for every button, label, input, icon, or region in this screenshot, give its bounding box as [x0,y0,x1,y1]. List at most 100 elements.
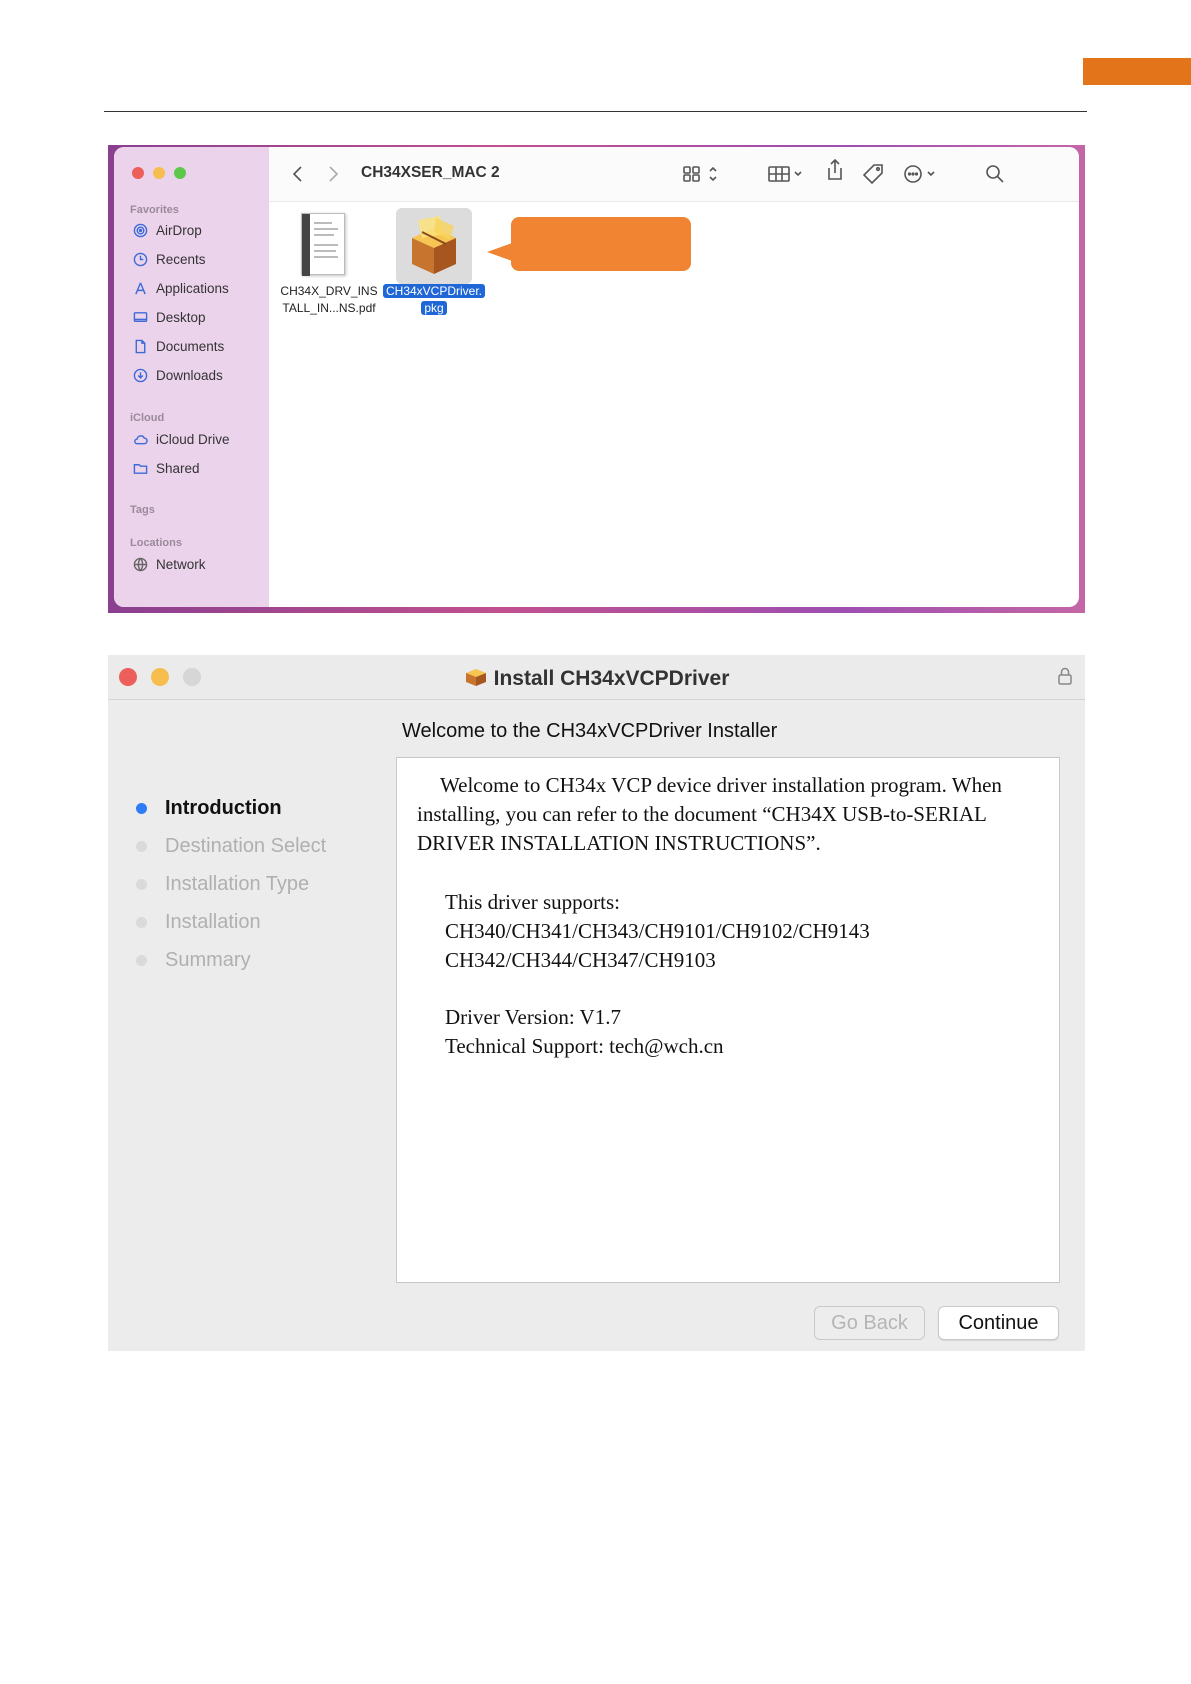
forward-button[interactable] [326,163,340,185]
sidebar-item-icloud-drive[interactable]: iCloud Drive [132,431,230,447]
sidebar-item-airdrop[interactable]: AirDrop [132,222,202,238]
airdrop-icon [132,222,148,238]
step-installation: Installation [136,903,326,941]
sidebar-item-recents[interactable]: Recents [132,251,206,267]
chevron-left-icon [292,166,302,182]
sidebar-item-documents[interactable]: Documents [132,338,224,354]
intro-text: Welcome to CH34x VCP device driver insta… [417,773,1002,855]
sidebar-item-label: iCloud Drive [156,431,230,447]
sidebar-item-label: Recents [156,251,206,267]
lock-icon [1058,667,1072,685]
ellipsis-circle-icon [904,165,935,183]
corner-tab-decoration [1083,58,1191,85]
step-bullet [136,916,147,928]
tag-icon [862,164,883,185]
sidebar-item-label: Documents [156,338,225,354]
view-mode-button[interactable] [683,163,721,185]
sidebar-item-label: Network [156,556,206,572]
sidebar-item-network[interactable]: Network [132,556,206,572]
continue-button[interactable]: Continue [938,1306,1059,1340]
back-button[interactable] [291,163,305,185]
file-name-line: TALL_IN...NS.pdf [282,301,376,315]
technical-support: Technical Support: tech@wch.cn [445,1034,724,1058]
zoom-button[interactable] [174,167,186,179]
applications-icon [132,280,148,296]
installer-steps: Introduction Destination Select Installa… [136,789,326,979]
installer-title: Install CH34xVCPDriver [108,665,1085,693]
sidebar-item-applications[interactable]: Applications [132,280,229,296]
sidebar-section-tags: Tags [130,504,155,516]
search-button[interactable] [985,163,1005,185]
installer-content-panel[interactable]: Welcome to CH34x VCP device driver insta… [396,757,1060,1283]
icon-view-icon [683,166,717,182]
header-rule [104,111,1087,112]
sidebar-item-desktop[interactable]: Desktop [132,309,206,325]
more-actions-button[interactable] [903,163,939,185]
step-introduction: Introduction [136,789,326,827]
search-icon [986,165,1004,183]
sidebar-section-locations: Locations [130,537,182,549]
sidebar-item-label: Shared [156,460,200,476]
cloud-icon [132,431,148,447]
step-label: Destination Select [165,834,327,857]
finder-window: Favorites AirDrop Recents Applications D… [114,147,1079,607]
tag-button[interactable] [862,163,884,185]
window-controls [132,167,186,179]
selection-highlight [396,208,472,284]
sidebar-item-label: Downloads [156,367,223,383]
installer-window: Install CH34xVCPDriver Welcome to the CH… [108,655,1085,1351]
step-label: Installation Type [165,872,310,895]
step-label: Introduction [165,796,282,819]
share-button[interactable] [826,158,844,181]
file-name-line: CH34X_DRV_INS [280,284,378,298]
lock-button[interactable] [1057,666,1073,691]
package-icon [464,665,488,693]
chevron-right-icon [329,166,339,182]
sidebar-item-shared[interactable]: Shared [132,460,200,476]
group-icon [768,166,802,182]
step-bullet [136,802,147,814]
minimize-button[interactable] [153,167,165,179]
supported-chips: This driver supports: CH340/CH341/CH343/… [445,888,870,975]
supports-line: CH342/CH344/CH347/CH9103 [445,948,716,972]
step-summary: Summary [136,941,326,979]
globe-icon [132,556,148,572]
clock-icon [132,251,148,267]
step-bullet [136,878,147,890]
step-label: Installation [165,910,261,933]
driver-version: Driver Version: V1.7 [445,1005,621,1029]
finder-toolbar: CH34XSER_MAC 2 [269,147,1079,202]
sidebar-item-label: Desktop [156,309,206,325]
desktop-icon [132,309,148,325]
document-icon [132,338,148,354]
file-name-line: CH34xVCPDriver. [382,284,486,298]
finder-screenshot: Favorites AirDrop Recents Applications D… [108,145,1085,613]
package-icon [412,216,456,274]
installer-title-text: Install CH34xVCPDriver [493,667,730,690]
file-item-pdf[interactable]: CH34X_DRV_INS TALL_IN...NS.pdf [274,283,384,317]
file-item-pkg[interactable]: CH34xVCPDriver. pkg [376,283,492,317]
group-button[interactable] [768,163,806,185]
driver-info: Driver Version: V1.7 Technical Support: … [445,1003,724,1061]
step-destination-select: Destination Select [136,827,326,865]
go-back-button: Go Back [814,1306,925,1340]
window-title: CH34XSER_MAC 2 [361,164,500,181]
supports-line: CH340/CH341/CH343/CH9101/CH9102/CH9143 [445,919,870,943]
file-name-line: pkg [421,301,447,315]
sidebar-item-downloads[interactable]: Downloads [132,367,223,383]
shared-folder-icon [132,460,148,476]
annotation-callout [511,217,691,271]
step-label: Summary [165,948,251,971]
download-icon [132,367,148,383]
sidebar-item-label: AirDrop [156,222,202,238]
pdf-document-icon [301,213,345,276]
step-bullet [136,954,147,966]
close-button[interactable] [132,167,144,179]
finder-sidebar: Favorites AirDrop Recents Applications D… [114,147,269,607]
sidebar-section-icloud: iCloud [130,412,165,424]
supports-title: This driver supports: [445,890,620,914]
installer-titlebar: Install CH34xVCPDriver [108,655,1085,700]
sidebar-section-favorites: Favorites [130,204,179,216]
share-icon [828,158,842,180]
sidebar-item-label: Applications [156,280,229,296]
